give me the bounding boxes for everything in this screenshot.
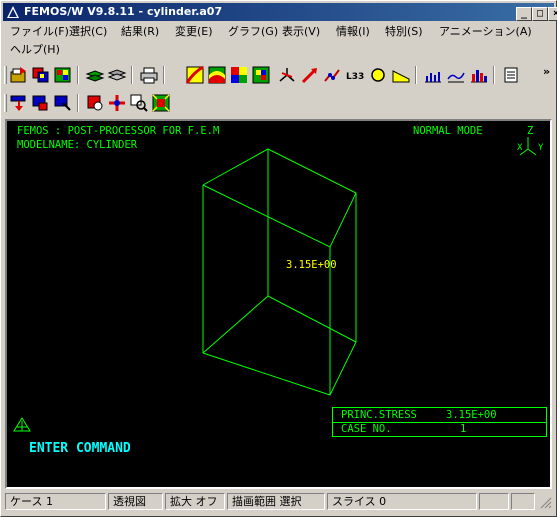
menu-animation[interactable]: アニメーション(A) <box>439 23 532 40</box>
model-bottom-edge <box>202 341 357 396</box>
stress-label: PRINC.STRESS <box>341 409 417 421</box>
status-bar: ケース 1 透視図 拡大 オフ 描画範囲 選択 スライス 0 <box>3 492 554 512</box>
model-bottom-back-edge <box>202 295 357 354</box>
graph-line-icon[interactable] <box>446 65 466 85</box>
graph-bar-icon[interactable] <box>423 65 443 85</box>
copy-model-icon[interactable] <box>31 65 51 85</box>
title-bar[interactable]: FEMOS/W V9.8.11 - cylinder.a07 _ □ × <box>3 3 557 21</box>
fill-contour-icon[interactable] <box>207 65 227 85</box>
stress-value-label: 3.15E+00 <box>286 259 337 271</box>
menu-graph[interactable]: グラフ(G) <box>228 23 278 40</box>
select-down-icon[interactable] <box>9 93 29 113</box>
menu-bar: ファイル(F) 選択(C) 結果(R) 変更(E) グラフ(G) 表示(V) 情… <box>3 22 554 60</box>
deform-icon[interactable] <box>322 65 342 85</box>
window-title: FEMOS/W V9.8.11 - cylinder.a07 <box>24 5 223 18</box>
histogram-icon[interactable] <box>469 65 489 85</box>
menu-file[interactable]: ファイル(F) <box>10 23 69 40</box>
vector-icon[interactable] <box>300 65 320 85</box>
contour-icon[interactable] <box>185 65 205 85</box>
move-icon[interactable] <box>107 93 127 113</box>
toolbar-overflow-button[interactable]: » <box>543 65 550 78</box>
case-label: CASE NO. <box>341 423 392 435</box>
open-folder-icon[interactable] <box>9 65 29 85</box>
rotate-icon[interactable] <box>85 93 105 113</box>
secondary-toolbar <box>3 91 554 117</box>
select-element-icon[interactable] <box>53 93 73 113</box>
toolbar-grip[interactable] <box>4 66 7 84</box>
svg-text:L33: L33 <box>346 72 364 82</box>
app-icon <box>7 6 19 18</box>
application-window: FEMOS/W V9.8.11 - cylinder.a07 _ □ × ファイ… <box>0 0 557 517</box>
toolbar-grip-2[interactable] <box>4 94 7 112</box>
circle-icon[interactable] <box>368 65 388 85</box>
main-toolbar: L33 » <box>3 63 554 89</box>
status-draw-range: 描画範囲 選択 <box>227 493 325 510</box>
zoom-icon[interactable] <box>129 93 149 113</box>
case-value: 1 <box>460 423 467 435</box>
menu-info[interactable]: 情報(I) <box>336 23 370 40</box>
minimize-button[interactable]: _ <box>516 7 532 21</box>
menu-results[interactable]: 結果(R) <box>121 23 159 40</box>
menu-help[interactable]: ヘルプ(H) <box>10 41 60 58</box>
color-grid-icon[interactable] <box>229 65 249 85</box>
slope-icon[interactable] <box>391 65 411 85</box>
menu-special[interactable]: 特別(S) <box>385 23 423 40</box>
resize-grip-icon[interactable] <box>539 496 552 509</box>
label-icon[interactable]: L33 <box>345 65 365 85</box>
stack-icon[interactable] <box>107 65 127 85</box>
layers-icon[interactable] <box>85 65 105 85</box>
print-icon[interactable] <box>139 65 159 85</box>
status-case: ケース 1 <box>5 493 106 510</box>
menu-view[interactable]: 表示(V) <box>282 23 320 40</box>
status-empty-2 <box>511 493 535 510</box>
axis-icon[interactable] <box>277 65 297 85</box>
element-color-icon[interactable] <box>251 65 271 85</box>
maximize-button[interactable]: □ <box>532 7 548 21</box>
graphics-viewport[interactable]: FEMOS : POST-PROCESSOR FOR F.E.M MODELNA… <box>5 119 552 489</box>
status-zoom: 拡大 オフ <box>165 493 225 510</box>
menu-edit[interactable]: 変更(E) <box>175 23 213 40</box>
results-info-table: PRINC.STRESS 3.15E+00 CASE NO. 1 <box>332 407 547 437</box>
command-prompt: ENTER COMMAND <box>29 441 131 456</box>
mesh-icon[interactable] <box>53 65 73 85</box>
select-node-icon[interactable] <box>31 93 51 113</box>
status-view: 透視図 <box>108 493 163 510</box>
origin-marker-icon <box>13 417 31 432</box>
status-empty-1 <box>479 493 509 510</box>
fit-icon[interactable] <box>151 93 171 113</box>
scroll-icon[interactable] <box>501 65 521 85</box>
stress-value: 3.15E+00 <box>446 409 497 421</box>
close-button[interactable]: × <box>548 7 557 21</box>
status-slice: スライス 0 <box>327 493 477 510</box>
model-top-face <box>202 148 357 248</box>
menu-select[interactable]: 選択(C) <box>69 23 107 40</box>
